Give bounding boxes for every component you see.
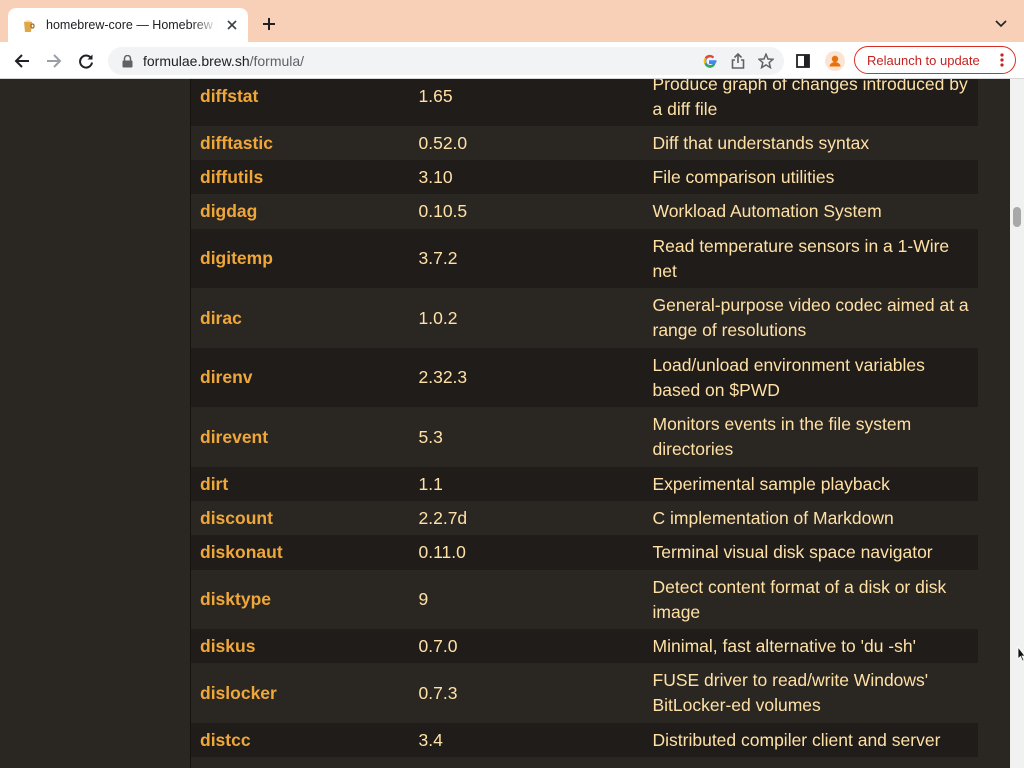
formula-version xyxy=(409,757,644,768)
formula-description: Read temperature sensors in a 1-Wire net xyxy=(643,229,978,288)
new-tab-plus-icon[interactable] xyxy=(258,13,280,35)
formula-name-link[interactable]: direnv xyxy=(190,348,410,407)
url-text: formulae.brew.sh/formula/ xyxy=(143,53,304,69)
formula-row: disktype 9 Detect content format of a disk… xyxy=(190,570,978,629)
profile-avatar-icon[interactable] xyxy=(824,50,846,72)
back-arrow-icon[interactable] xyxy=(11,50,33,72)
page-content: diffstat 1.65 Produce graph of changes int… xyxy=(0,79,1010,768)
formula-table-wrap: diffstat 1.65 Produce graph of changes int… xyxy=(190,79,978,768)
formula-row: direnv 2.32.3 Load/unload environment vari… xyxy=(190,348,978,407)
formula-version: 1.0.2 xyxy=(409,288,644,348)
formula-row: distcc 3.4 Distributed compiler client and… xyxy=(190,723,978,757)
browser-toolbar: formulae.brew.sh/formula/ Relaunch to up… xyxy=(0,42,1024,79)
homebrew-favicon-icon xyxy=(20,17,36,33)
url-path: /formula/ xyxy=(249,53,305,69)
formula-row: diskonaut 0.11.0 Terminal visual disk spac… xyxy=(190,535,978,570)
formula-row: digdag 0.10.5 Workload Automation System xyxy=(190,194,978,229)
formula-version: 3.10 xyxy=(409,160,644,194)
formula-row: diffstat 1.65 Produce graph of changes int… xyxy=(190,79,978,126)
formula-description: Terminal visual disk space navigator xyxy=(643,535,978,570)
formula-name-link[interactable]: diffutils xyxy=(190,160,410,194)
formula-name-link[interactable]: direvent xyxy=(190,407,410,467)
formula-version: 3.7.2 xyxy=(409,229,644,288)
formula-version: 0.11.0 xyxy=(409,535,644,570)
formula-description: General-purpose video codec aimed at a r… xyxy=(643,288,978,348)
relaunch-button[interactable]: Relaunch to update xyxy=(854,46,1016,74)
formula-table: diffstat 1.65 Produce graph of changes int… xyxy=(190,79,978,768)
side-panel-icon[interactable] xyxy=(792,50,814,72)
formula-name-link[interactable]: diffstat xyxy=(190,79,410,126)
formula-row: dirac 1.0.2 General-purpose video codec ai… xyxy=(190,288,978,348)
formula-version: 2.2.7d xyxy=(409,501,644,535)
close-tab-icon[interactable] xyxy=(224,17,240,33)
forward-arrow-icon[interactable] xyxy=(43,50,65,72)
formula-name-link[interactable]: disktype xyxy=(190,570,410,629)
formula-name-link[interactable]: diskus xyxy=(190,629,410,663)
formula-version: 0.52.0 xyxy=(409,126,644,160)
formula-row: dirt 1.1 Experimental sample playback xyxy=(190,467,978,501)
formula-description: Detect content format of a disk or disk … xyxy=(643,570,978,629)
mouse-cursor-icon xyxy=(1017,646,1024,662)
scrollbar-thumb[interactable] xyxy=(1013,207,1021,227)
chevron-down-icon[interactable] xyxy=(992,15,1010,33)
browser-tab[interactable]: homebrew-core — Homebrew Formulae xyxy=(8,8,248,42)
formula-name-link[interactable]: dislocker xyxy=(190,663,410,723)
formula-name-link[interactable]: difftastic xyxy=(190,126,410,160)
page-scrollbar[interactable] xyxy=(1010,79,1024,768)
formula-row: diskus 0.7.0 Minimal, fast alternative to … xyxy=(190,629,978,663)
formula-description: Distributed compiler client and server xyxy=(643,723,978,757)
reload-icon[interactable] xyxy=(75,50,97,72)
formula-name-link[interactable]: digitemp xyxy=(190,229,410,288)
more-menu-icon[interactable] xyxy=(997,52,1007,68)
formula-description: File comparison utilities xyxy=(643,160,978,194)
formula-version: 3.4 xyxy=(409,723,644,757)
bookmark-star-icon[interactable] xyxy=(756,51,776,71)
formula-description: Minimal, fast alternative to 'du -sh' xyxy=(643,629,978,663)
formula-description: Diff that understands syntax xyxy=(643,126,978,160)
formula-name-link[interactable]: dirt xyxy=(190,467,410,501)
formula-row: dislocker 0.7.3 FUSE driver to read/write … xyxy=(190,663,978,723)
formula-name-link[interactable]: diskonaut xyxy=(190,535,410,570)
formula-name-link[interactable] xyxy=(190,757,410,768)
formula-name-link[interactable]: distcc xyxy=(190,723,410,757)
share-icon[interactable] xyxy=(728,51,748,71)
tab-title: homebrew-core — Homebrew Formulae xyxy=(46,18,218,32)
url-host: formulae.brew.sh xyxy=(143,53,250,69)
formula-description: Experimental sample playback xyxy=(643,467,978,501)
formula-name-link[interactable]: dirac xyxy=(190,288,410,348)
formula-version: 5.3 xyxy=(409,407,644,467)
formula-description: Monitors events in the file system direc… xyxy=(643,407,978,467)
formula-description: Create ASCII graphical histograms in xyxy=(643,757,978,768)
formula-row: diffutils 3.10 File comparison utilities xyxy=(190,160,978,194)
formula-version: 2.32.3 xyxy=(409,348,644,407)
formula-description: C implementation of Markdown xyxy=(643,501,978,535)
formula-version: 0.7.0 xyxy=(409,629,644,663)
formula-name-link[interactable]: discount xyxy=(190,501,410,535)
formula-version: 1.1 xyxy=(409,467,644,501)
google-lens-icon[interactable] xyxy=(700,51,720,71)
formula-version: 1.65 xyxy=(409,79,644,126)
formula-description: Produce graph of changes introduced by a… xyxy=(643,79,978,126)
formula-name-link[interactable]: digdag xyxy=(190,194,410,229)
formula-version: 9 xyxy=(409,570,644,629)
formula-description: FUSE driver to read/write Windows' BitLo… xyxy=(643,663,978,723)
formula-row: direvent 5.3 Monitors events in the file s… xyxy=(190,407,978,467)
tab-strip: homebrew-core — Homebrew Formulae xyxy=(0,0,1024,42)
formula-description: Workload Automation System xyxy=(643,194,978,229)
formula-row: discount 2.2.7d C implementation of Markdo… xyxy=(190,501,978,535)
formula-row: digitemp 3.7.2 Read temperature sensors in… xyxy=(190,229,978,288)
relaunch-label: Relaunch to update xyxy=(867,52,980,68)
formula-row: difftastic 0.52.0 Diff that understands sy… xyxy=(190,126,978,160)
formula-description: Load/unload environment variables based … xyxy=(643,348,978,407)
formula-version: 0.7.3 xyxy=(409,663,644,723)
lock-icon[interactable] xyxy=(120,54,134,68)
address-bar[interactable]: formulae.brew.sh/formula/ xyxy=(108,47,784,75)
formula-version: 0.10.5 xyxy=(409,194,644,229)
formula-row: Create ASCII graphical histograms in xyxy=(190,757,978,768)
